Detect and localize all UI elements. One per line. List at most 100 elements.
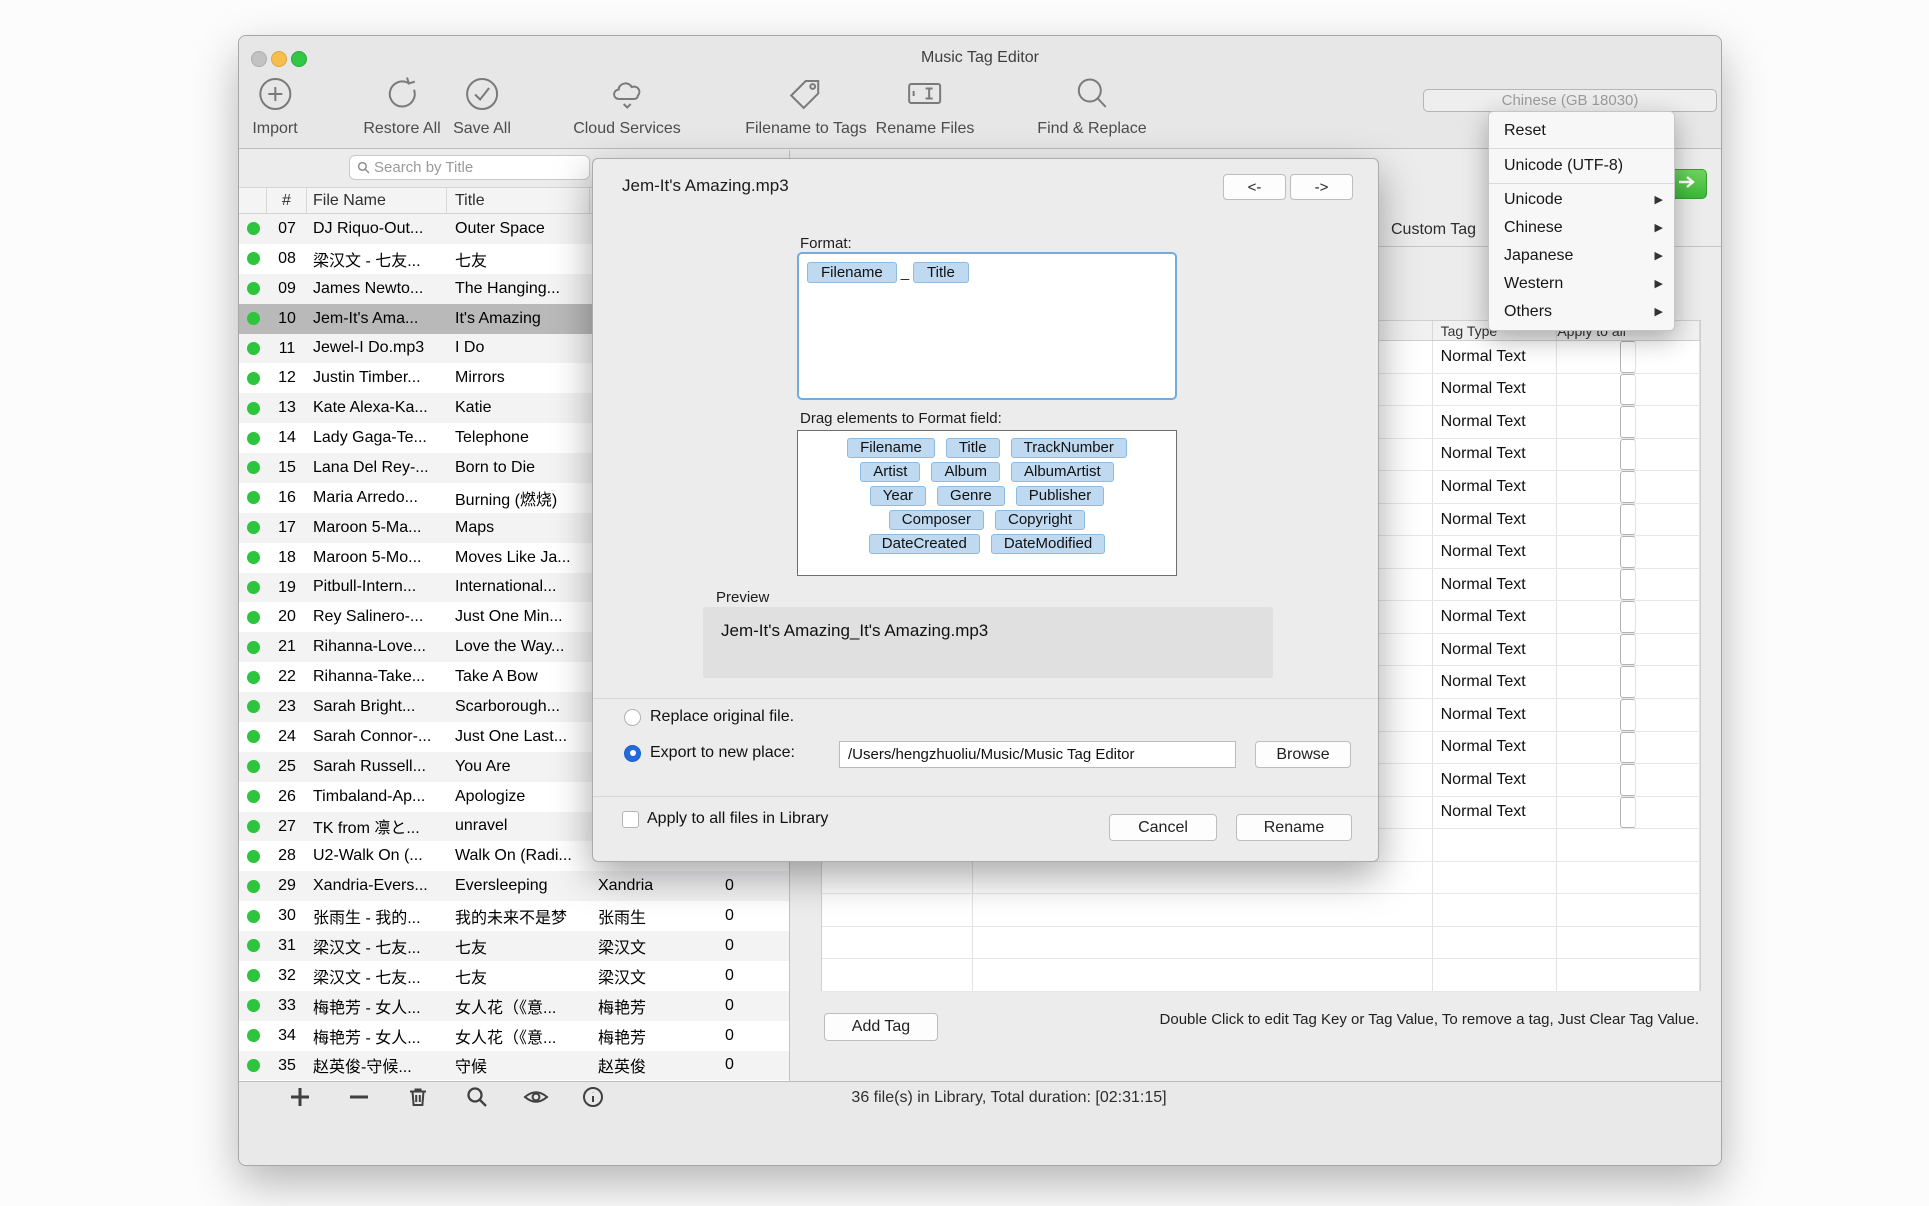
search-text-input[interactable] <box>374 159 582 176</box>
add-tag-button[interactable]: Add Tag <box>824 1013 938 1041</box>
menu-item-unicode[interactable]: Unicode▶ <box>1489 186 1674 214</box>
menu-item-western[interactable]: Western▶ <box>1489 270 1674 298</box>
menu-item-japanese[interactable]: Japanese▶ <box>1489 242 1674 270</box>
cancel-button[interactable]: Cancel <box>1109 814 1217 841</box>
element-token-title[interactable]: Title <box>946 438 1000 458</box>
tag-type-cell[interactable]: Normal Text <box>1433 341 1558 373</box>
toolbar-save-all-button[interactable]: Save All <box>453 72 511 138</box>
next-file-button[interactable]: -> <box>1290 174 1353 200</box>
apply-to-all-checkbox[interactable] <box>1620 439 1636 471</box>
file-name-column-header[interactable]: File Name <box>307 188 447 213</box>
tag-type-cell[interactable]: Normal Text <box>1433 732 1558 764</box>
element-token-datecreated[interactable]: DateCreated <box>869 534 980 554</box>
search-input[interactable] <box>349 155 590 180</box>
apply-to-all-checkbox[interactable] <box>1620 634 1636 666</box>
menu-item-others[interactable]: Others▶ <box>1489 298 1674 326</box>
info-button[interactable] <box>580 1086 606 1112</box>
tag-type-cell[interactable] <box>1433 894 1558 926</box>
export-path-input[interactable] <box>839 741 1236 768</box>
tag-type-cell[interactable]: Normal Text <box>1433 764 1558 796</box>
custom-tag-row[interactable] <box>822 959 1700 992</box>
tag-value-cell[interactable] <box>973 959 1433 991</box>
tab-custom-tag[interactable]: Custom Tag <box>1391 221 1476 239</box>
apply-to-all-checkbox[interactable] <box>1620 471 1636 503</box>
tag-type-cell[interactable]: Normal Text <box>1433 374 1558 406</box>
toolbar-import-button[interactable]: Import <box>252 72 297 138</box>
number-column-header[interactable]: # <box>267 188 307 213</box>
apply-to-all-checkbox[interactable] <box>1620 699 1636 731</box>
apply-to-all-checkbox[interactable] <box>1620 601 1636 633</box>
apply-to-all-checkbox[interactable] <box>1620 504 1636 536</box>
element-token-publisher[interactable]: Publisher <box>1016 486 1105 506</box>
format-token-title[interactable]: Title <box>913 262 969 283</box>
custom-tag-row[interactable] <box>822 894 1700 927</box>
tag-value-cell[interactable] <box>973 894 1433 926</box>
apply-to-all-checkbox[interactable] <box>1620 732 1636 764</box>
apply-to-all-checkbox[interactable] <box>1620 666 1636 698</box>
apply-all-files-checkbox[interactable]: Apply to all files in Library <box>622 810 828 828</box>
tag-type-cell[interactable] <box>1433 927 1558 959</box>
toolbar-rename-files-button[interactable]: Rename Files <box>876 72 975 138</box>
tag-key-cell[interactable] <box>822 862 973 894</box>
apply-to-all-checkbox[interactable] <box>1620 797 1636 829</box>
toolbar-cloud-services-button[interactable]: Cloud Services <box>573 72 681 138</box>
element-token-albumartist[interactable]: AlbumArtist <box>1011 462 1114 482</box>
tag-type-cell[interactable]: Normal Text <box>1433 471 1558 503</box>
tag-type-cell[interactable]: Normal Text <box>1433 504 1558 536</box>
tag-value-cell[interactable] <box>973 927 1433 959</box>
plus-button[interactable] <box>287 1086 313 1112</box>
browse-button[interactable]: Browse <box>1255 741 1351 768</box>
toolbar-find-replace-button[interactable]: Find & Replace <box>1037 72 1146 138</box>
custom-tag-row[interactable] <box>822 862 1700 895</box>
tag-type-cell[interactable]: Normal Text <box>1433 439 1558 471</box>
element-token-datemodified[interactable]: DateModified <box>991 534 1105 554</box>
eye-button[interactable] <box>523 1086 549 1112</box>
tag-key-cell[interactable] <box>822 927 973 959</box>
format-token-filename[interactable]: Filename <box>807 262 897 283</box>
table-row[interactable]: 33梅艳芳 - 女人...女人花（《意...梅艳芳0 <box>239 991 789 1021</box>
element-token-tracknumber[interactable]: TrackNumber <box>1011 438 1127 458</box>
tag-value-cell[interactable] <box>973 862 1433 894</box>
apply-to-all-checkbox[interactable] <box>1620 374 1636 406</box>
trash-button[interactable] <box>405 1086 431 1112</box>
minus-button[interactable] <box>346 1086 372 1112</box>
menu-item-reset[interactable]: Reset <box>1489 116 1674 146</box>
apply-to-all-checkbox[interactable] <box>1620 341 1636 373</box>
element-token-copyright[interactable]: Copyright <box>995 510 1085 530</box>
rename-button[interactable]: Rename <box>1236 814 1352 841</box>
element-token-album[interactable]: Album <box>931 462 1000 482</box>
apply-to-all-checkbox[interactable] <box>1620 406 1636 438</box>
toolbar-restore-all-button[interactable]: Restore All <box>363 72 440 138</box>
toolbar-filename-to-tags-button[interactable]: Filename to Tags <box>745 72 867 138</box>
menu-item-chinese[interactable]: Chinese▶ <box>1489 214 1674 242</box>
tag-type-cell[interactable]: Normal Text <box>1433 406 1558 438</box>
table-row[interactable]: 29Xandria-Evers...EversleepingXandria0 <box>239 871 789 901</box>
table-row[interactable]: 31梁汉文 - 七友...七友梁汉文0 <box>239 931 789 961</box>
menu-item-unicode-utf-8[interactable]: Unicode (UTF-8) <box>1489 151 1674 181</box>
export-new-place-radio[interactable]: Export to new place: <box>624 744 795 762</box>
replace-original-radio[interactable]: Replace original file. <box>624 708 794 726</box>
apply-to-all-checkbox[interactable] <box>1620 764 1636 796</box>
tag-type-cell[interactable] <box>1433 829 1558 861</box>
format-field[interactable]: Filename_Title <box>797 252 1177 400</box>
table-row[interactable]: 30张雨生 - 我的...我的未来不是梦张雨生0 <box>239 901 789 931</box>
element-token-year[interactable]: Year <box>870 486 926 506</box>
element-token-artist[interactable]: Artist <box>860 462 920 482</box>
element-token-composer[interactable]: Composer <box>889 510 984 530</box>
tag-type-cell[interactable]: Normal Text <box>1433 536 1558 568</box>
tag-key-cell[interactable] <box>822 894 973 926</box>
tag-type-cell[interactable] <box>1433 862 1558 894</box>
tag-type-cell[interactable]: Normal Text <box>1433 666 1558 698</box>
tag-type-cell[interactable]: Normal Text <box>1433 569 1558 601</box>
prev-file-button[interactable]: <- <box>1223 174 1286 200</box>
tag-type-cell[interactable] <box>1433 959 1558 991</box>
magnifier-button[interactable] <box>464 1086 490 1112</box>
element-token-filename[interactable]: Filename <box>847 438 935 458</box>
tag-type-cell[interactable]: Normal Text <box>1433 634 1558 666</box>
tag-type-cell[interactable]: Normal Text <box>1433 797 1558 829</box>
tag-type-cell[interactable]: Normal Text <box>1433 601 1558 633</box>
tag-type-cell[interactable]: Normal Text <box>1433 699 1558 731</box>
table-row[interactable]: 34梅艳芳 - 女人...女人花（《意...梅艳芳0 <box>239 1021 789 1051</box>
custom-tag-row[interactable] <box>822 927 1700 960</box>
title-column-header[interactable]: Title <box>447 188 590 213</box>
